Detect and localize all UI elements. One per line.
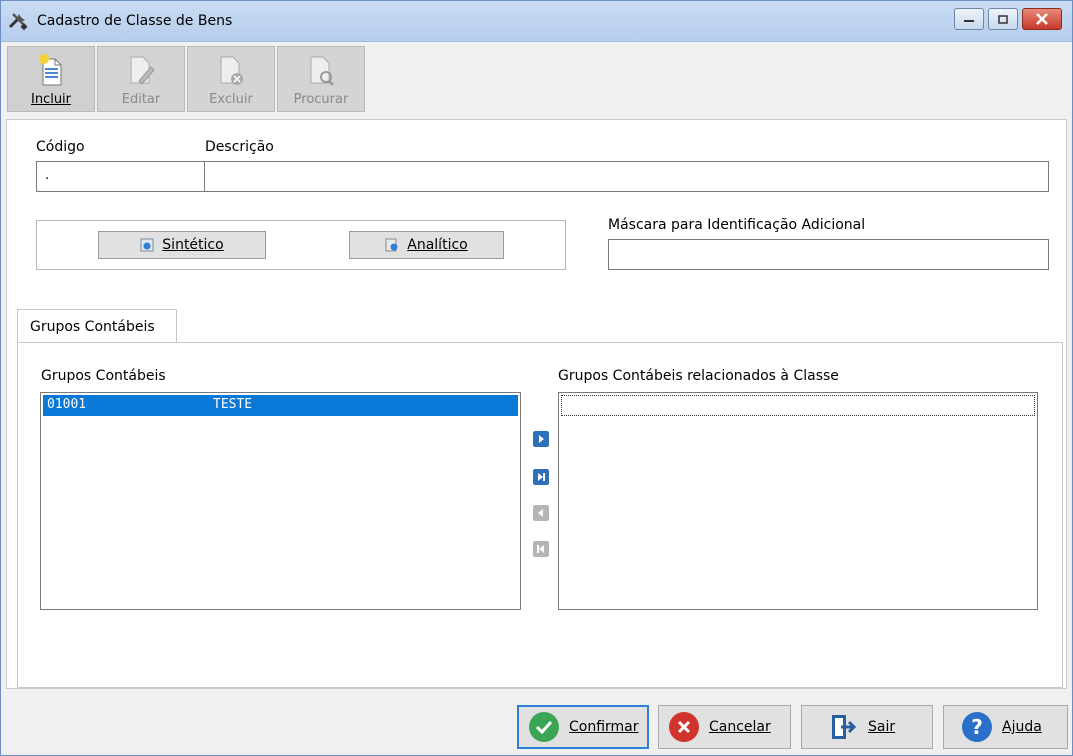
grupos-right-title: Grupos Contábeis relacionados à Classe [558,368,839,384]
minimize-button[interactable] [954,8,984,30]
analitico-label: Analítico [407,237,468,253]
editar-button[interactable]: Editar [97,46,185,112]
grupos-left-title: Grupos Contábeis [41,368,166,384]
list-item-name: TESTE [213,397,253,412]
doc-analytic-icon [385,238,398,252]
move-left-icon[interactable] [533,505,549,521]
move-right-icon[interactable] [533,431,549,447]
sintetico-button[interactable]: Sintético [98,231,266,259]
document-new-icon [39,54,62,86]
move-all-right-icon[interactable] [533,469,549,485]
editar-label: Editar [121,92,161,107]
check-icon [529,712,559,742]
codigo-label: Código [36,139,85,155]
document-delete-icon [220,56,243,85]
tab-grupos-contabeis[interactable]: Grupos Contábeis [17,309,177,343]
exit-icon [832,715,857,739]
excluir-button[interactable]: Excluir [187,46,275,112]
help-icon: ? [962,712,992,742]
descricao-field[interactable] [204,161,1049,192]
ajuda-label: Ajuda [1002,719,1042,735]
maximize-button[interactable] [988,8,1018,30]
minimize-icon [964,20,974,22]
confirmar-button[interactable]: Confirmar [517,705,649,749]
document-edit-icon [130,56,155,85]
confirmar-label: Confirmar [569,719,639,735]
list-item-code: 01001 [47,397,87,412]
codigo-field[interactable]: . [36,161,206,192]
restore-icon [998,15,1008,24]
main-window: Cadastro de Classe de Bens Incluir Edita… [0,0,1073,756]
move-all-left-icon[interactable] [533,541,549,557]
ajuda-button[interactable]: ? Ajuda [943,705,1068,749]
cancelar-label: Cancelar [709,719,771,735]
excluir-label: Excluir [209,92,253,107]
title-bar: Cadastro de Classe de Bens [1,1,1072,42]
sintetico-label: Sintético [162,237,224,253]
window-title: Cadastro de Classe de Bens [37,13,233,29]
mascara-label: Máscara para Identificação Adicional [608,217,866,233]
cancelar-button[interactable]: Cancelar [658,705,791,749]
list-item[interactable]: 01001 TESTE [43,395,518,416]
close-button[interactable] [1022,8,1062,30]
incluir-label: Incluir [30,92,72,107]
list-focus-row[interactable] [561,395,1035,416]
grupos-relacionados-list[interactable] [558,392,1038,610]
content-panel: Código Descrição . Sintético Analítico M… [6,119,1067,689]
incluir-button[interactable]: Incluir [7,46,95,112]
analitico-button[interactable]: Analítico [349,231,504,259]
tools-icon [8,13,28,31]
close-icon [1036,13,1048,25]
toolbar: Incluir Editar Excluir Procurar [7,46,365,112]
procurar-label: Procurar [293,92,349,107]
doc-synthetic-icon [140,238,154,252]
sair-label: Sair [868,719,896,735]
sair-button[interactable]: Sair [801,705,933,749]
cancel-icon [669,712,699,742]
document-search-icon [310,56,334,86]
grupos-list[interactable]: 01001 TESTE [40,392,521,610]
descricao-label: Descrição [205,139,274,155]
procurar-button[interactable]: Procurar [277,46,365,112]
mascara-field[interactable] [608,239,1049,270]
